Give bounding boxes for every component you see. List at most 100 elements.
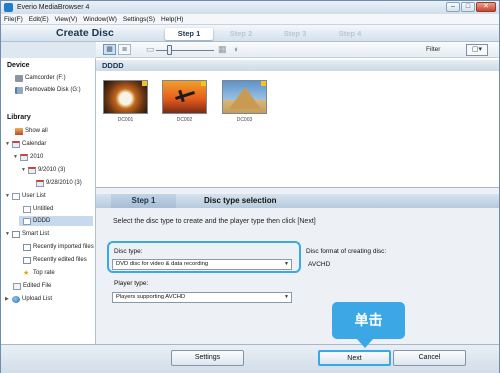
step-number: Step 1 [111, 194, 176, 208]
sidebar-item-label: User List [22, 193, 46, 199]
footer-bar: Settings Next Cancel [1, 344, 499, 373]
content-area: DDDD DC001 DC002 DC003 [96, 58, 499, 187]
title-bar[interactable]: Everio MediaBrowser 4 – □ ✕ [1, 1, 499, 14]
smart-list-icon [12, 230, 20, 238]
thumbnail-label: DC003 [236, 117, 253, 123]
maximize-button[interactable]: □ [461, 2, 475, 12]
sidebar-item-recently-imported[interactable]: Recently imported files [23, 242, 94, 252]
tab-step-1: Step 1 [165, 28, 213, 40]
sidebar-item-removable-disk[interactable]: Removable Disk (G:) [15, 85, 81, 95]
settings-button[interactable]: Settings [171, 350, 244, 366]
disc-format-label: Disc format of creating disc: [306, 248, 387, 255]
sidebar-item-label: Smart List [22, 231, 50, 237]
sidebar-item-upload-list[interactable]: ▶ Upload List [5, 294, 52, 304]
expander-open-icon[interactable]: ▼ [5, 141, 10, 147]
cancel-button[interactable]: Cancel [393, 350, 466, 366]
minimize-button[interactable]: – [446, 2, 460, 12]
sidebar-item-label: Calendar [22, 141, 47, 147]
sidebar-item-smart-list[interactable]: ▼ Smart List [5, 229, 49, 239]
selection-marker-icon [142, 81, 147, 86]
header-bar: Create Disc Step 1 Step 2 Step 3 Step 4 [1, 25, 499, 42]
menu-edit[interactable]: Edit(E) [26, 16, 52, 23]
library-heading: Library [7, 114, 31, 121]
thumbnail-dc002[interactable] [162, 80, 207, 114]
calendar-day-icon [36, 179, 44, 187]
tab-step-2: Step 2 [229, 29, 253, 38]
sidebar-item-month[interactable]: ▼ 9/2010 (3) [21, 165, 65, 175]
sidebar-item-label: Top rate [33, 270, 55, 276]
star-icon: ★ [23, 269, 30, 277]
menu-window[interactable]: Window(W) [80, 16, 120, 23]
thumbnail-view-icon[interactable]: ▦ [103, 44, 116, 55]
menu-file[interactable]: File(F) [1, 16, 26, 23]
filter-button[interactable]: ▢▾ [466, 44, 488, 56]
user-list-icon [12, 192, 20, 200]
step-header: Step 1 Disc type selection [96, 194, 499, 208]
zoom-out-icon[interactable]: ▭ [146, 44, 155, 55]
sidebar-item-label: Camcorder (F:) [25, 75, 66, 81]
sidebar-item-label: Recently imported files [33, 244, 94, 250]
player-type-select[interactable]: Players supporting AVCHD ▼ [112, 292, 292, 303]
list-view-icon[interactable]: ≣ [118, 44, 131, 55]
album-title: DDDD [96, 60, 499, 71]
sidebar-item-show-all[interactable]: Show all [15, 126, 48, 136]
calendar-icon [12, 140, 20, 148]
smart-list-item-icon [23, 256, 31, 264]
close-button[interactable]: ✕ [476, 2, 496, 12]
smart-list-item-icon [23, 243, 31, 251]
sidebar-item-recently-edited[interactable]: Recently edited files [23, 255, 87, 265]
player-type-label: Player type: [114, 280, 149, 287]
window-title: Everio MediaBrowser 4 [17, 4, 90, 11]
thumbnail-dc001[interactable] [103, 80, 148, 114]
show-all-icon [15, 127, 23, 135]
sidebar-item-label: 2010 [30, 154, 44, 160]
sidebar-item-label: Upload List [22, 296, 53, 302]
menu-settings[interactable]: Settings(S) [120, 16, 158, 23]
thumbnail-label: DC001 [117, 117, 134, 123]
calendar-year-icon [20, 153, 28, 161]
expander-open-icon[interactable]: ▼ [5, 193, 10, 199]
sidebar-item-edited-file[interactable]: Edited File [13, 281, 51, 291]
dropdown-arrow-icon: ▼ [284, 294, 289, 300]
expander-open-icon[interactable]: ▼ [5, 231, 10, 237]
sidebar-item-top-rate[interactable]: ★ Top rate [23, 268, 55, 278]
instruction-text: Select the disc type to create and the p… [113, 218, 316, 225]
expander-open-icon[interactable]: ▼ [13, 154, 18, 160]
edited-file-icon [13, 282, 21, 290]
window-controls: – □ ✕ [446, 2, 496, 12]
zoom-in-icon[interactable]: ▦ [218, 44, 227, 55]
next-button[interactable]: Next [318, 350, 391, 366]
sidebar-item-untitled[interactable]: Untitled [23, 204, 53, 214]
sidebar-item-label: DDDD [33, 218, 51, 224]
sidebar-item-label: Edited File [23, 283, 52, 289]
step-title: Disc type selection [204, 196, 277, 205]
sidebar-item-year[interactable]: ▼ 2010 [13, 152, 43, 162]
sidebar-item-calendar[interactable]: ▼ Calendar [5, 139, 46, 149]
expander-closed-icon[interactable]: ▶ [5, 296, 10, 302]
expander-open-icon[interactable]: ▼ [21, 167, 26, 173]
zoom-slider[interactable] [156, 50, 214, 51]
rotate-icon[interactable]: ◐ [234, 44, 239, 54]
zoom-slider-handle[interactable] [167, 45, 172, 55]
filter-label: Filter [426, 46, 441, 53]
page-title: Create Disc [56, 27, 114, 39]
sidebar-item-label: Recently edited files [33, 257, 87, 263]
user-list-item-icon [23, 205, 31, 213]
calendar-month-icon [28, 166, 36, 174]
thumbnail-label: DC002 [176, 117, 193, 123]
tab-step-4: Step 4 [338, 29, 362, 38]
menu-view[interactable]: View(V) [52, 16, 81, 23]
sidebar-item-user-list[interactable]: ▼ User List [5, 191, 46, 201]
sidebar-item-label: Show all [25, 128, 48, 134]
tab-step-3: Step 3 [283, 29, 307, 38]
sidebar-item-label: Removable Disk (G:) [25, 87, 81, 93]
sidebar-item-camcorder[interactable]: Camcorder (F:) [15, 73, 66, 83]
menu-help[interactable]: Help(H) [158, 16, 186, 23]
removable-disk-icon [15, 86, 23, 94]
sidebar-item-day[interactable]: 9/28/2010 (3) [36, 178, 82, 188]
thumbnail-dc003[interactable] [222, 80, 267, 114]
toolbar: ▦ ≣ ▭ ▦ ◐ Filter ▢▾ [96, 42, 499, 58]
pyramid-shape [229, 87, 261, 109]
click-callout: 单击 [332, 302, 405, 339]
sidebar-item-dddd[interactable]: DDDD [19, 216, 93, 226]
